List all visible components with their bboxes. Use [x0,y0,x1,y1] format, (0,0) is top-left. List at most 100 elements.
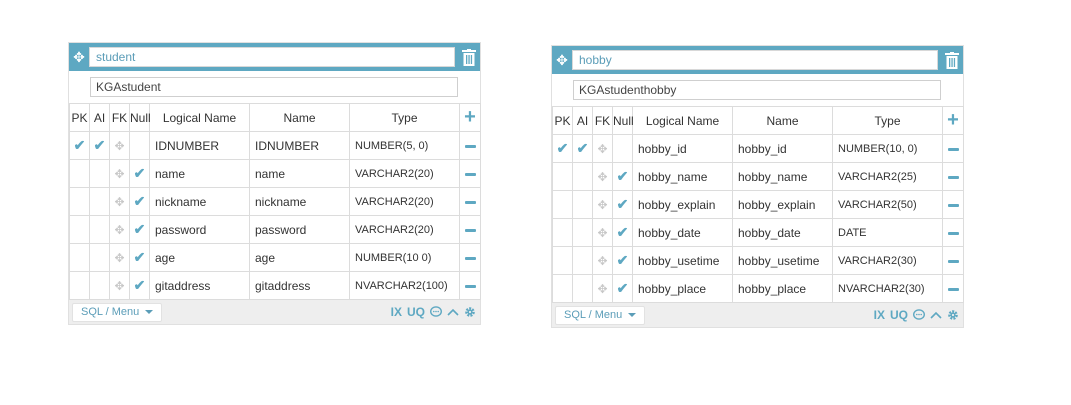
check-icon[interactable]: ✔ [94,137,106,153]
name-cell[interactable]: hobby_place [732,274,833,303]
remove-column-button[interactable] [459,131,481,160]
pk-cell[interactable] [69,187,90,216]
ai-cell[interactable] [89,159,110,188]
ai-cell[interactable] [89,243,110,272]
plus-icon[interactable]: + [464,106,476,128]
type-cell[interactable]: NVARCHAR2(100) [349,271,460,300]
table-header[interactable]: ✥ [552,46,963,74]
check-icon[interactable]: ✔ [74,137,86,153]
collapse-icon[interactable] [447,308,459,316]
pk-cell[interactable] [552,190,573,219]
null-cell[interactable]: ✔ [129,215,150,244]
ai-cell[interactable] [89,187,110,216]
null-cell[interactable]: ✔ [612,218,633,247]
pk-cell[interactable]: ✔ [69,131,90,160]
minus-icon[interactable] [464,228,476,232]
minus-icon[interactable] [947,175,959,179]
gear-icon[interactable] [947,309,959,321]
column-row[interactable]: ✥ ✔ gitaddress gitaddress NVARCHAR2(100) [69,271,481,300]
gear-icon[interactable] [464,306,476,318]
move-icon[interactable]: ✥ [597,254,607,268]
minus-icon[interactable] [464,172,476,176]
null-cell[interactable]: ✔ [129,271,150,300]
check-icon[interactable]: ✔ [134,193,146,209]
move-icon[interactable]: ✥ [114,223,124,237]
fk-cell[interactable]: ✥ [109,131,130,160]
ai-cell[interactable] [89,215,110,244]
type-cell[interactable]: VARCHAR2(30) [832,246,943,275]
remove-column-button[interactable] [942,162,964,191]
logical-name-cell[interactable]: hobby_place [632,274,733,303]
trash-icon[interactable] [943,50,961,70]
move-icon[interactable]: ✥ [597,226,607,240]
ai-cell[interactable] [572,218,593,247]
fk-cell[interactable]: ✥ [109,187,130,216]
comment-icon[interactable] [430,306,442,318]
index-button[interactable]: IX [391,305,402,319]
logical-name-cell[interactable]: gitaddress [149,271,250,300]
fk-cell[interactable]: ✥ [592,162,613,191]
minus-icon[interactable] [947,203,959,207]
column-row[interactable]: ✥ ✔ age age NUMBER(10 0) [69,243,481,272]
pk-cell[interactable] [69,271,90,300]
column-row[interactable]: ✥ ✔ nickname nickname VARCHAR2(20) [69,187,481,216]
type-cell[interactable]: NVARCHAR2(30) [832,274,943,303]
move-icon[interactable]: ✥ [552,46,572,74]
fk-cell[interactable]: ✥ [592,246,613,275]
name-cell[interactable]: age [249,243,350,272]
type-cell[interactable]: VARCHAR2(20) [349,215,460,244]
ai-cell[interactable] [572,162,593,191]
type-cell[interactable]: DATE [832,218,943,247]
pk-cell[interactable] [552,218,573,247]
logical-name-cell[interactable]: nickname [149,187,250,216]
unique-button[interactable]: UQ [890,308,908,322]
ai-cell[interactable] [89,271,110,300]
name-cell[interactable]: gitaddress [249,271,350,300]
type-cell[interactable]: VARCHAR2(25) [832,162,943,191]
ai-cell[interactable]: ✔ [572,134,593,163]
type-cell[interactable]: NUMBER(5, 0) [349,131,460,160]
null-cell[interactable]: ✔ [129,243,150,272]
table-card-hobby[interactable]: ✥ PK AI FK Null Logical Name Name Type +… [551,45,964,328]
sql-menu-button[interactable]: SQL / Menu [72,302,163,322]
pk-cell[interactable] [552,162,573,191]
minus-icon[interactable] [464,144,476,148]
name-cell[interactable]: hobby_name [732,162,833,191]
null-cell[interactable]: ✔ [612,190,633,219]
name-cell[interactable]: nickname [249,187,350,216]
logical-name-cell[interactable]: IDNUMBER [149,131,250,160]
move-icon[interactable]: ✥ [114,279,124,293]
remove-column-button[interactable] [942,190,964,219]
move-icon[interactable]: ✥ [597,170,607,184]
logical-name-cell[interactable]: name [149,159,250,188]
minus-icon[interactable] [464,284,476,288]
remove-column-button[interactable] [459,271,481,300]
column-row[interactable]: ✥ ✔ hobby_place hobby_place NVARCHAR2(30) [552,274,964,303]
fk-cell[interactable]: ✥ [592,274,613,303]
move-icon[interactable]: ✥ [114,167,124,181]
check-icon[interactable]: ✔ [617,168,629,184]
name-cell[interactable]: name [249,159,350,188]
name-cell[interactable]: password [249,215,350,244]
check-icon[interactable]: ✔ [617,224,629,240]
column-row[interactable]: ✥ ✔ hobby_explain hobby_explain VARCHAR2(50) [552,190,964,219]
check-icon[interactable]: ✔ [134,221,146,237]
table-name-input[interactable] [89,47,455,67]
fk-cell[interactable]: ✥ [109,159,130,188]
minus-icon[interactable] [947,147,959,151]
null-cell[interactable]: ✔ [612,162,633,191]
logical-name-cell[interactable]: hobby_name [632,162,733,191]
remove-column-button[interactable] [942,218,964,247]
minus-icon[interactable] [947,287,959,291]
check-icon[interactable]: ✔ [134,165,146,181]
column-row[interactable]: ✔ ✔ ✥ IDNUMBER IDNUMBER NUMBER(5, 0) [69,131,481,160]
logical-name-cell[interactable]: age [149,243,250,272]
table-card-student[interactable]: ✥ PK AI FK Null Logical Name Name Type +… [68,42,481,325]
unique-button[interactable]: UQ [407,305,425,319]
remove-column-button[interactable] [459,187,481,216]
null-cell[interactable] [612,134,633,163]
move-icon[interactable]: ✥ [597,282,607,296]
fk-cell[interactable]: ✥ [109,215,130,244]
type-cell[interactable]: VARCHAR2(50) [832,190,943,219]
minus-icon[interactable] [947,231,959,235]
